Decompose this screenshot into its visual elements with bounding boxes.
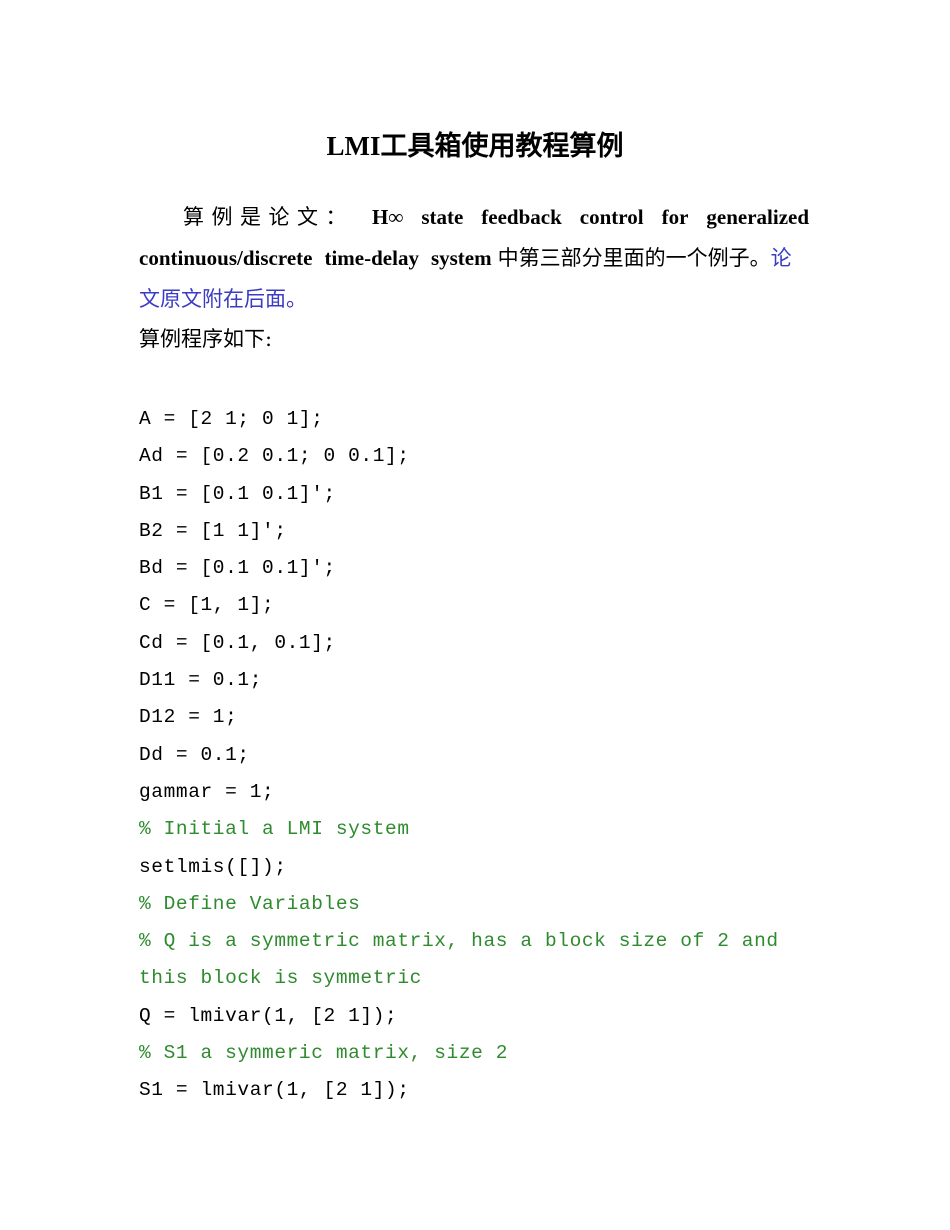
code-line: D12 = 1; — [139, 706, 238, 729]
intro-line-2: continuous/discrete time-delay system 中第三部分… — [139, 238, 811, 279]
intro-en-word-7: continuous/discrete — [139, 246, 313, 270]
intro-paragraph: 算例是论文： H∞ state feedback control for generaliz… — [139, 197, 811, 320]
code-line: A = [2 1; 0 1]; — [139, 408, 324, 430]
code-comment-line: % S1 a symmeric matrix, size 2 — [139, 1042, 509, 1065]
intro-line-1: 算例是论文： H∞ state feedback control for generaliz… — [139, 197, 811, 238]
intro-blue-note: 文原文附在后面。 — [139, 287, 307, 311]
intro-en-word-2: state — [421, 205, 464, 229]
code-comment-line: % Initial a LMI system — [139, 818, 410, 841]
code-line: B2 = [1 1]'; — [139, 519, 287, 542]
page-title: LMI工具箱使用教程算例 — [326, 131, 624, 161]
intro-en-word-6: generalized — [706, 205, 810, 229]
program-lead-text: 算例程序如下: — [139, 327, 273, 351]
intro-blue-tail-char: 论 — [770, 246, 792, 270]
intro-en-word-1: H∞ — [372, 205, 404, 229]
code-comment-line: % Q is a symmetric matrix, has a block s… — [139, 930, 779, 953]
code-line: Ad = [0.2 0.1; 0 0.1]; — [139, 445, 410, 468]
code-comment-line: this block is symmetric — [139, 967, 422, 990]
code-line: B1 = [0.1 0.1]'; — [139, 482, 336, 505]
intro-en-word-5: for — [661, 205, 689, 229]
code-line: Q = lmivar(1, [2 1]); — [139, 1004, 398, 1027]
document-page: LMI工具箱使用教程算例 算例是论文： H∞ state feedback contro… — [0, 0, 950, 1230]
code-comment-line: % Define Variables — [139, 892, 361, 915]
code-line: Bd = [0.1 0.1]'; — [139, 557, 336, 580]
code-line: gammar = 1; — [139, 780, 275, 803]
code-line: Cd = [0.1, 0.1]; — [139, 631, 336, 654]
code-line: C = [1, 1]; — [139, 594, 275, 617]
intro-en-word-4: control — [579, 205, 644, 229]
intro-cn-tail: 中第三部分里面的一个例子。 — [497, 246, 771, 270]
intro-line-3: 文原文附在后面。 — [139, 279, 811, 320]
code-line: D11 = 0.1; — [139, 669, 263, 692]
intro-en-word-9: system — [430, 246, 492, 270]
intro-cn-lead: 算例是论文： — [183, 205, 354, 229]
intro-en-word-3: feedback — [481, 205, 562, 229]
code-line: Dd = 0.1; — [139, 743, 250, 766]
code-line: setlmis([]); — [139, 855, 287, 878]
code-block: A = [2 1; 0 1]; Ad = [0.2 0.1; 0 0.1]; B1 … — [139, 401, 829, 1110]
code-line: S1 = lmivar(1, [2 1]); — [139, 1079, 410, 1102]
intro-en-word-8: time-delay — [324, 246, 419, 270]
